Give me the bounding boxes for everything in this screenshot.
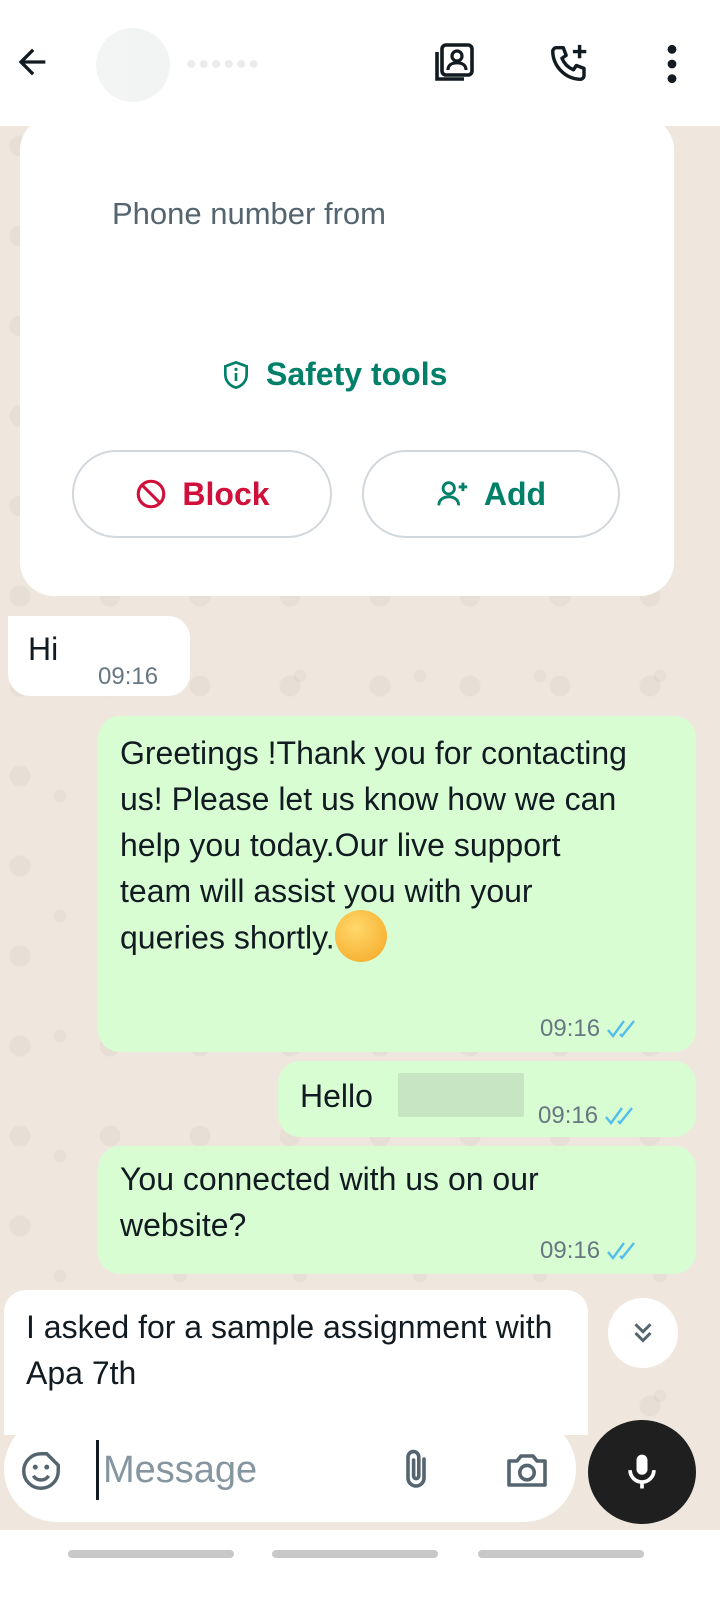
- message-bubble-incoming[interactable]: Hi 09:16: [8, 616, 190, 696]
- more-vertical-icon: [667, 44, 677, 84]
- double-check-icon: [607, 1242, 635, 1260]
- camera-button[interactable]: [502, 1446, 552, 1494]
- add-label: Add: [483, 475, 547, 512]
- message-bubble-outgoing[interactable]: You connected with us on our website? 09…: [98, 1146, 696, 1274]
- message-time: 09:16: [540, 1228, 640, 1274]
- double-chevron-down-icon: [634, 1323, 652, 1343]
- video-call-icon: [435, 43, 474, 81]
- message-text: Hello: [300, 1078, 373, 1114]
- time-label: 09:16: [538, 1102, 599, 1129]
- phone-add-icon: [551, 44, 587, 82]
- contact-name: ••••••: [186, 48, 262, 81]
- video-call-button[interactable]: [430, 38, 482, 90]
- message-time: 09:16: [538, 1093, 638, 1139]
- smiling-face-icon: [334, 910, 387, 962]
- attach-button[interactable]: [392, 1446, 440, 1494]
- time-label: 09:16: [540, 1015, 601, 1042]
- message-bubble-outgoing[interactable]: Hello 09:16: [278, 1061, 696, 1137]
- message-text: Hi: [28, 631, 59, 667]
- message-time: 09:16: [540, 1006, 640, 1052]
- add-contact-button[interactable]: Add: [362, 450, 620, 538]
- message-text: I asked for a sample assignment with Apa…: [26, 1309, 553, 1391]
- chat-area[interactable]: Phone number from Safety tools Block Add…: [0, 126, 720, 1435]
- redacted-text: [398, 1073, 524, 1117]
- voice-message-button[interactable]: [588, 1420, 696, 1524]
- double-check-icon: [605, 1107, 633, 1125]
- arrow-left-icon: [18, 48, 46, 76]
- back-button[interactable]: [10, 40, 54, 84]
- nav-recents[interactable]: [68, 1550, 234, 1558]
- safety-tools-label: Safety tools: [266, 356, 448, 392]
- message-bubble-outgoing[interactable]: Greetings !Thank you for contacting us! …: [98, 716, 696, 1052]
- sticker-button[interactable]: [18, 1448, 64, 1494]
- paperclip-icon: [406, 1449, 426, 1488]
- unknown-contact-card: Phone number from Safety tools Block Add: [20, 126, 674, 596]
- message-time: 09:16: [98, 654, 158, 700]
- time-label: 09:16: [98, 663, 159, 690]
- nav-back[interactable]: [478, 1550, 644, 1558]
- block-icon: [137, 479, 166, 509]
- chat-header: ••••••: [0, 0, 720, 126]
- avatar: [96, 28, 170, 102]
- block-button[interactable]: Block: [72, 450, 332, 538]
- safety-tools-link[interactable]: Safety tools: [220, 356, 447, 393]
- more-options-button[interactable]: [646, 38, 698, 90]
- nav-home[interactable]: [272, 1550, 438, 1558]
- system-nav-bar: [0, 1530, 720, 1600]
- microphone-icon: [628, 1454, 656, 1489]
- message-text: Greetings !Thank you for contacting us! …: [120, 730, 640, 966]
- message-bubble-incoming[interactable]: I asked for a sample assignment with Apa…: [4, 1290, 588, 1435]
- block-label: Block: [182, 475, 270, 512]
- scroll-to-bottom-button[interactable]: [608, 1298, 678, 1368]
- message-input[interactable]: [96, 1440, 356, 1500]
- double-check-icon: [607, 1020, 635, 1038]
- sticker-icon: [22, 1452, 60, 1490]
- contact-info[interactable]: ••••••: [96, 28, 396, 102]
- card-text: Phone number from: [112, 196, 386, 231]
- time-label: 09:16: [540, 1237, 601, 1264]
- message-composer: [4, 1416, 576, 1522]
- camera-icon: [507, 1454, 547, 1487]
- add-call-button[interactable]: [544, 38, 596, 90]
- add-person-icon: [437, 481, 468, 506]
- shield-info-icon: [224, 360, 248, 389]
